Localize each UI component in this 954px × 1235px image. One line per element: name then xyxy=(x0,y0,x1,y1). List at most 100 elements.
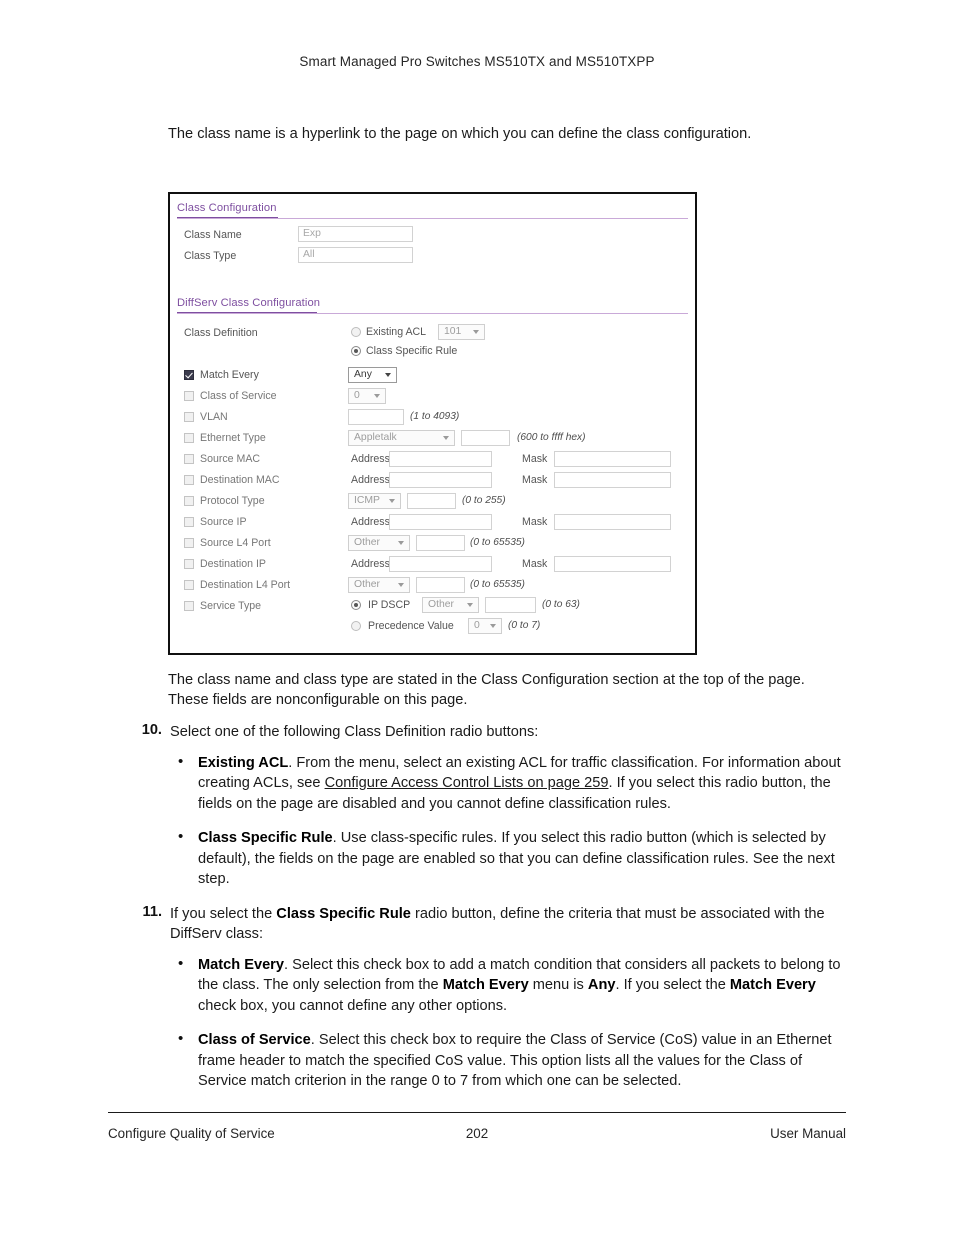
page-footer: Configure Quality of Service 202 User Ma… xyxy=(108,1126,846,1146)
label-existing-acl: Existing ACL xyxy=(366,326,427,338)
input-destination-mac-address[interactable] xyxy=(389,472,492,488)
select-class-of-service-value: 0 xyxy=(354,390,360,401)
footer-divider xyxy=(108,1112,846,1113)
bullet-match-every-bold-4: Match Every xyxy=(729,977,816,993)
checkbox-protocol-type[interactable] xyxy=(184,496,194,506)
label-class-specific-rule: Class Specific Rule xyxy=(366,345,458,357)
select-ip-dscp[interactable]: Other xyxy=(422,597,479,613)
hint-precedence-range: (0 to 7) xyxy=(508,620,541,631)
footer-page-number: 202 xyxy=(465,1126,489,1141)
footer-document-type: User Manual xyxy=(770,1126,846,1141)
select-protocol-type[interactable]: ICMP xyxy=(348,493,401,509)
chevron-down-icon xyxy=(398,583,404,587)
after-figure-paragraph: The class name and class type are stated… xyxy=(168,672,805,708)
label-match-every: Match Every xyxy=(200,369,259,381)
bullet-match-every-seg-3: . If you select the xyxy=(615,977,730,993)
label-destination-mac-address: Address xyxy=(351,474,390,486)
input-class-name-value: Exp xyxy=(303,228,321,239)
step-11-bullets: Match Every. Select this check box to ad… xyxy=(170,954,850,1092)
select-precedence-value[interactable]: 0 xyxy=(468,618,502,634)
bullet-match-every-bold-2: Match Every xyxy=(442,977,529,993)
bullet-match-every-bold-3: Any xyxy=(587,977,616,993)
checkbox-match-every[interactable] xyxy=(184,370,194,380)
checkbox-destination-l4-port[interactable] xyxy=(184,580,194,590)
checkbox-class-of-service[interactable] xyxy=(184,391,194,401)
select-ethernet-type-value: Appletalk xyxy=(354,432,397,443)
input-ip-dscp-value[interactable] xyxy=(485,597,536,613)
input-destination-ip-mask[interactable] xyxy=(554,556,671,572)
step-10: 10. Select one of the following Class De… xyxy=(140,722,850,890)
hint-destination-l4-port-range: (0 to 65535) xyxy=(470,579,525,590)
checkbox-source-mac[interactable] xyxy=(184,454,194,464)
input-source-ip-mask[interactable] xyxy=(554,514,671,530)
input-source-l4-port-value[interactable] xyxy=(416,535,465,551)
input-destination-ip-address[interactable] xyxy=(389,556,492,572)
label-precedence-value: Precedence Value xyxy=(368,620,454,632)
label-destination-mac-mask: Mask xyxy=(522,474,548,486)
input-destination-l4-port-value[interactable] xyxy=(416,577,465,593)
checkbox-destination-ip[interactable] xyxy=(184,559,194,569)
label-class-definition: Class Definition xyxy=(184,327,258,339)
label-source-mac-address: Address xyxy=(351,453,390,465)
select-match-every-value: Any xyxy=(354,369,372,380)
checkbox-source-l4-port[interactable] xyxy=(184,538,194,548)
intro-paragraph: The class name is a hyperlink to the pag… xyxy=(168,126,752,142)
select-source-l4-port[interactable]: Other xyxy=(348,535,410,551)
bullet-existing-acl-term: Existing ACL xyxy=(198,754,289,771)
step-11-bold-1: Class Specific Rule xyxy=(276,905,411,922)
label-ethernet-type: Ethernet Type xyxy=(200,432,266,444)
input-ethernet-type-value[interactable] xyxy=(461,430,510,446)
bullet-match-every-seg-2: menu is xyxy=(528,977,588,993)
input-protocol-type-value[interactable] xyxy=(407,493,456,509)
label-vlan: VLAN xyxy=(200,411,228,423)
cross-reference-link[interactable]: Configure Access Control Lists on page 2… xyxy=(325,775,609,791)
steps-list: 10. Select one of the following Class De… xyxy=(140,722,850,1106)
radio-precedence-value[interactable] xyxy=(351,621,361,631)
step-10-text: Select one of the following Class Defini… xyxy=(170,724,539,740)
step-11-text: If you select the Class Specific Rule ra… xyxy=(170,904,850,945)
hint-vlan-range: (1 to 4093) xyxy=(410,411,460,422)
input-source-mac-address[interactable] xyxy=(389,451,492,467)
chevron-down-icon xyxy=(385,373,391,377)
checkbox-service-type[interactable] xyxy=(184,601,194,611)
select-destination-l4-port[interactable]: Other xyxy=(348,577,410,593)
select-destination-l4-port-value: Other xyxy=(354,579,380,590)
select-protocol-type-value: ICMP xyxy=(354,495,380,506)
radio-existing-acl[interactable] xyxy=(351,327,361,337)
chevron-down-icon xyxy=(398,541,404,545)
step-10-bullets: Existing ACL. From the menu, select an e… xyxy=(170,752,850,890)
radio-ip-dscp[interactable] xyxy=(351,600,361,610)
bullet-class-of-service: Class of Service. Select this check box … xyxy=(170,1029,850,1092)
bullet-match-every-term: Match Every xyxy=(198,956,284,973)
ui-panel: Class Configuration Class Name Exp Class… xyxy=(168,192,697,655)
select-existing-acl-value: 101 xyxy=(444,326,462,337)
select-match-every[interactable]: Any xyxy=(348,367,397,383)
checkbox-source-ip[interactable] xyxy=(184,517,194,527)
bullet-match-every: Match Every. Select this check box to ad… xyxy=(170,954,850,1017)
intro-text-block: The class name is a hyperlink to the pag… xyxy=(168,124,848,158)
label-destination-mac: Destination MAC xyxy=(200,474,280,486)
label-source-ip-mask: Mask xyxy=(522,516,548,528)
checkbox-vlan[interactable] xyxy=(184,412,194,422)
after-figure-text-block: The class name and class type are stated… xyxy=(168,670,848,724)
input-source-ip-address[interactable] xyxy=(389,514,492,530)
input-vlan[interactable] xyxy=(348,409,404,425)
hint-source-l4-port-range: (0 to 65535) xyxy=(470,537,525,548)
document-page: Smart Managed Pro Switches MS510TX and M… xyxy=(0,0,954,1235)
input-source-mac-mask[interactable] xyxy=(554,451,671,467)
hint-ethernet-type-range: (600 to ffff hex) xyxy=(517,432,586,443)
input-class-name[interactable]: Exp xyxy=(298,226,413,242)
input-destination-mac-mask[interactable] xyxy=(554,472,671,488)
select-class-of-service[interactable]: 0 xyxy=(348,388,386,404)
label-source-ip: Source IP xyxy=(200,516,247,528)
select-ethernet-type[interactable]: Appletalk xyxy=(348,430,455,446)
input-class-type[interactable]: All xyxy=(298,247,413,263)
select-existing-acl[interactable]: 101 xyxy=(438,324,485,340)
checkbox-ethernet-type[interactable] xyxy=(184,433,194,443)
section-rule-class-configuration xyxy=(177,218,688,219)
radio-class-specific-rule[interactable] xyxy=(351,346,361,356)
chevron-down-icon xyxy=(443,436,449,440)
chevron-down-icon xyxy=(490,624,496,628)
checkbox-destination-mac[interactable] xyxy=(184,475,194,485)
hint-ip-dscp-range: (0 to 63) xyxy=(542,599,580,610)
